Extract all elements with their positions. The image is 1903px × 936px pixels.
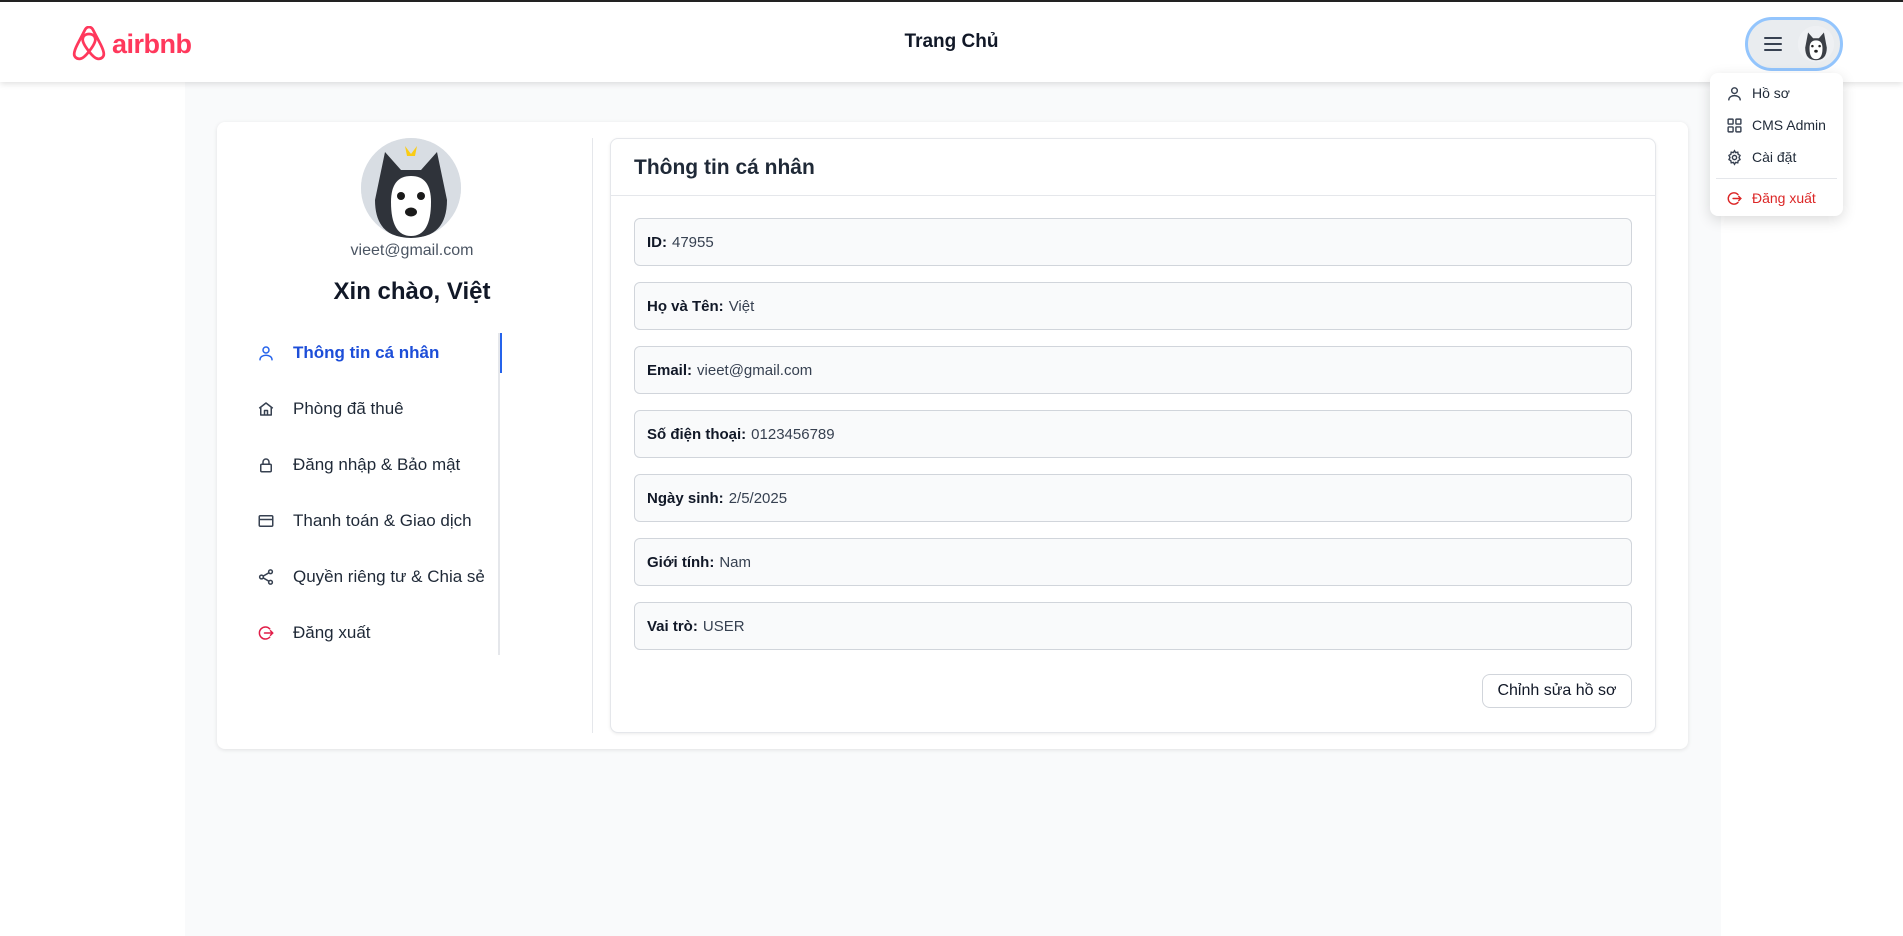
sidebar-item-payments[interactable]: Thanh toán & Giao dịch — [245, 501, 500, 541]
dropdown-item-label: CMS Admin — [1752, 117, 1826, 133]
sidebar-item-label: Thanh toán & Giao dịch — [293, 511, 472, 530]
sidebar-item-label: Thông tin cá nhân — [293, 343, 440, 362]
user-icon — [1726, 85, 1743, 102]
hamburger-icon — [1764, 37, 1782, 51]
husky-avatar-icon — [1798, 26, 1834, 62]
profile-avatar — [361, 138, 461, 238]
field-value: Nam — [719, 553, 751, 571]
sidebar-item-label: Đăng nhập & Bảo mật — [293, 455, 461, 474]
sidebar-item-privacy-sharing[interactable]: Quyền riêng tư & Chia sẻ — [245, 557, 500, 597]
field-label: Giới tính: — [647, 553, 715, 571]
dropdown-item-cms-admin[interactable]: CMS Admin — [1726, 114, 1826, 136]
sidebar-item-logout[interactable]: Đăng xuất — [245, 613, 500, 653]
field-label: ID: — [647, 233, 667, 251]
home-icon — [257, 400, 275, 418]
dropdown-item-label: Hồ sơ — [1752, 85, 1790, 101]
user-icon — [257, 344, 275, 362]
grid-icon — [1726, 117, 1743, 134]
field-value: 0123456789 — [751, 425, 835, 443]
gear-icon — [1726, 148, 1743, 166]
profile-greeting: Xin chào, Việt — [333, 278, 491, 305]
field-value: vieet@gmail.com — [697, 361, 813, 379]
dropdown-item-profile[interactable]: Hồ sơ — [1726, 82, 1790, 104]
dropdown-item-label: Đăng xuất — [1752, 190, 1816, 206]
field-label: Số điện thoại: — [647, 425, 747, 443]
lock-icon — [257, 456, 275, 474]
field-gender: Giới tính: Nam — [634, 538, 1632, 586]
info-card-title: Thông tin cá nhân — [611, 139, 1655, 196]
dropdown-item-logout[interactable]: Đăng xuất — [1726, 187, 1816, 209]
field-value: USER — [702, 617, 745, 635]
field-id: ID: 47955 — [634, 218, 1632, 266]
card-icon — [257, 512, 275, 530]
field-value: Việt — [728, 297, 755, 315]
profile-email: vieet@gmail.com — [350, 242, 474, 259]
field-value: 47955 — [672, 233, 714, 251]
field-label: Vai trò: — [647, 617, 698, 635]
page-title[interactable]: Trang Chủ — [0, 31, 1903, 53]
sidebar-item-rented-rooms[interactable]: Phòng đã thuê — [245, 389, 500, 429]
logout-icon — [1726, 190, 1743, 207]
dropdown-divider — [1716, 178, 1837, 179]
top-navbar: airbnb Trang Chủ — [0, 0, 1903, 82]
field-role: Vai trò: USER — [634, 602, 1632, 650]
user-menu-button[interactable] — [1745, 17, 1843, 71]
sidebar-item-label: Phòng đã thuê — [293, 399, 404, 418]
field-full-name: Họ và Tên: Việt — [634, 282, 1632, 330]
husky-avatar-icon — [361, 138, 461, 238]
sidebar-item-label: Đăng xuất — [293, 623, 371, 642]
dropdown-item-settings[interactable]: Cài đặt — [1726, 146, 1796, 168]
sidebar-item-personal-info[interactable]: Thông tin cá nhân — [245, 333, 502, 373]
avatar — [1798, 26, 1834, 62]
user-dropdown-menu: Hồ sơ CMS Admin Cài đặt Đăng xuất — [1710, 73, 1843, 216]
edit-profile-button[interactable]: Chỉnh sửa hồ sơ — [1482, 674, 1632, 708]
field-value: 2/5/2025 — [728, 489, 788, 507]
field-email: Email: vieet@gmail.com — [634, 346, 1632, 394]
dropdown-item-label: Cài đặt — [1752, 149, 1797, 165]
personal-info-card: Thông tin cá nhân ID: 47955 Họ và Tên: V… — [610, 138, 1656, 733]
sidebar-item-label: Quyền riêng tư & Chia sẻ — [293, 567, 485, 586]
share-icon — [257, 568, 275, 586]
field-label: Ngày sinh: — [647, 489, 724, 507]
field-birthdate: Ngày sinh: 2/5/2025 — [634, 474, 1632, 522]
section-divider — [592, 138, 593, 733]
sidebar-item-login-security[interactable]: Đăng nhập & Bảo mật — [245, 445, 500, 485]
field-label: Email: — [647, 361, 693, 379]
logout-icon — [257, 624, 275, 642]
field-phone: Số điện thoại: 0123456789 — [634, 410, 1632, 458]
field-label: Họ và Tên: — [647, 297, 724, 315]
profile-sidebar: Thông tin cá nhân Phòng đã thuê Đăng nhậ… — [245, 333, 502, 655]
